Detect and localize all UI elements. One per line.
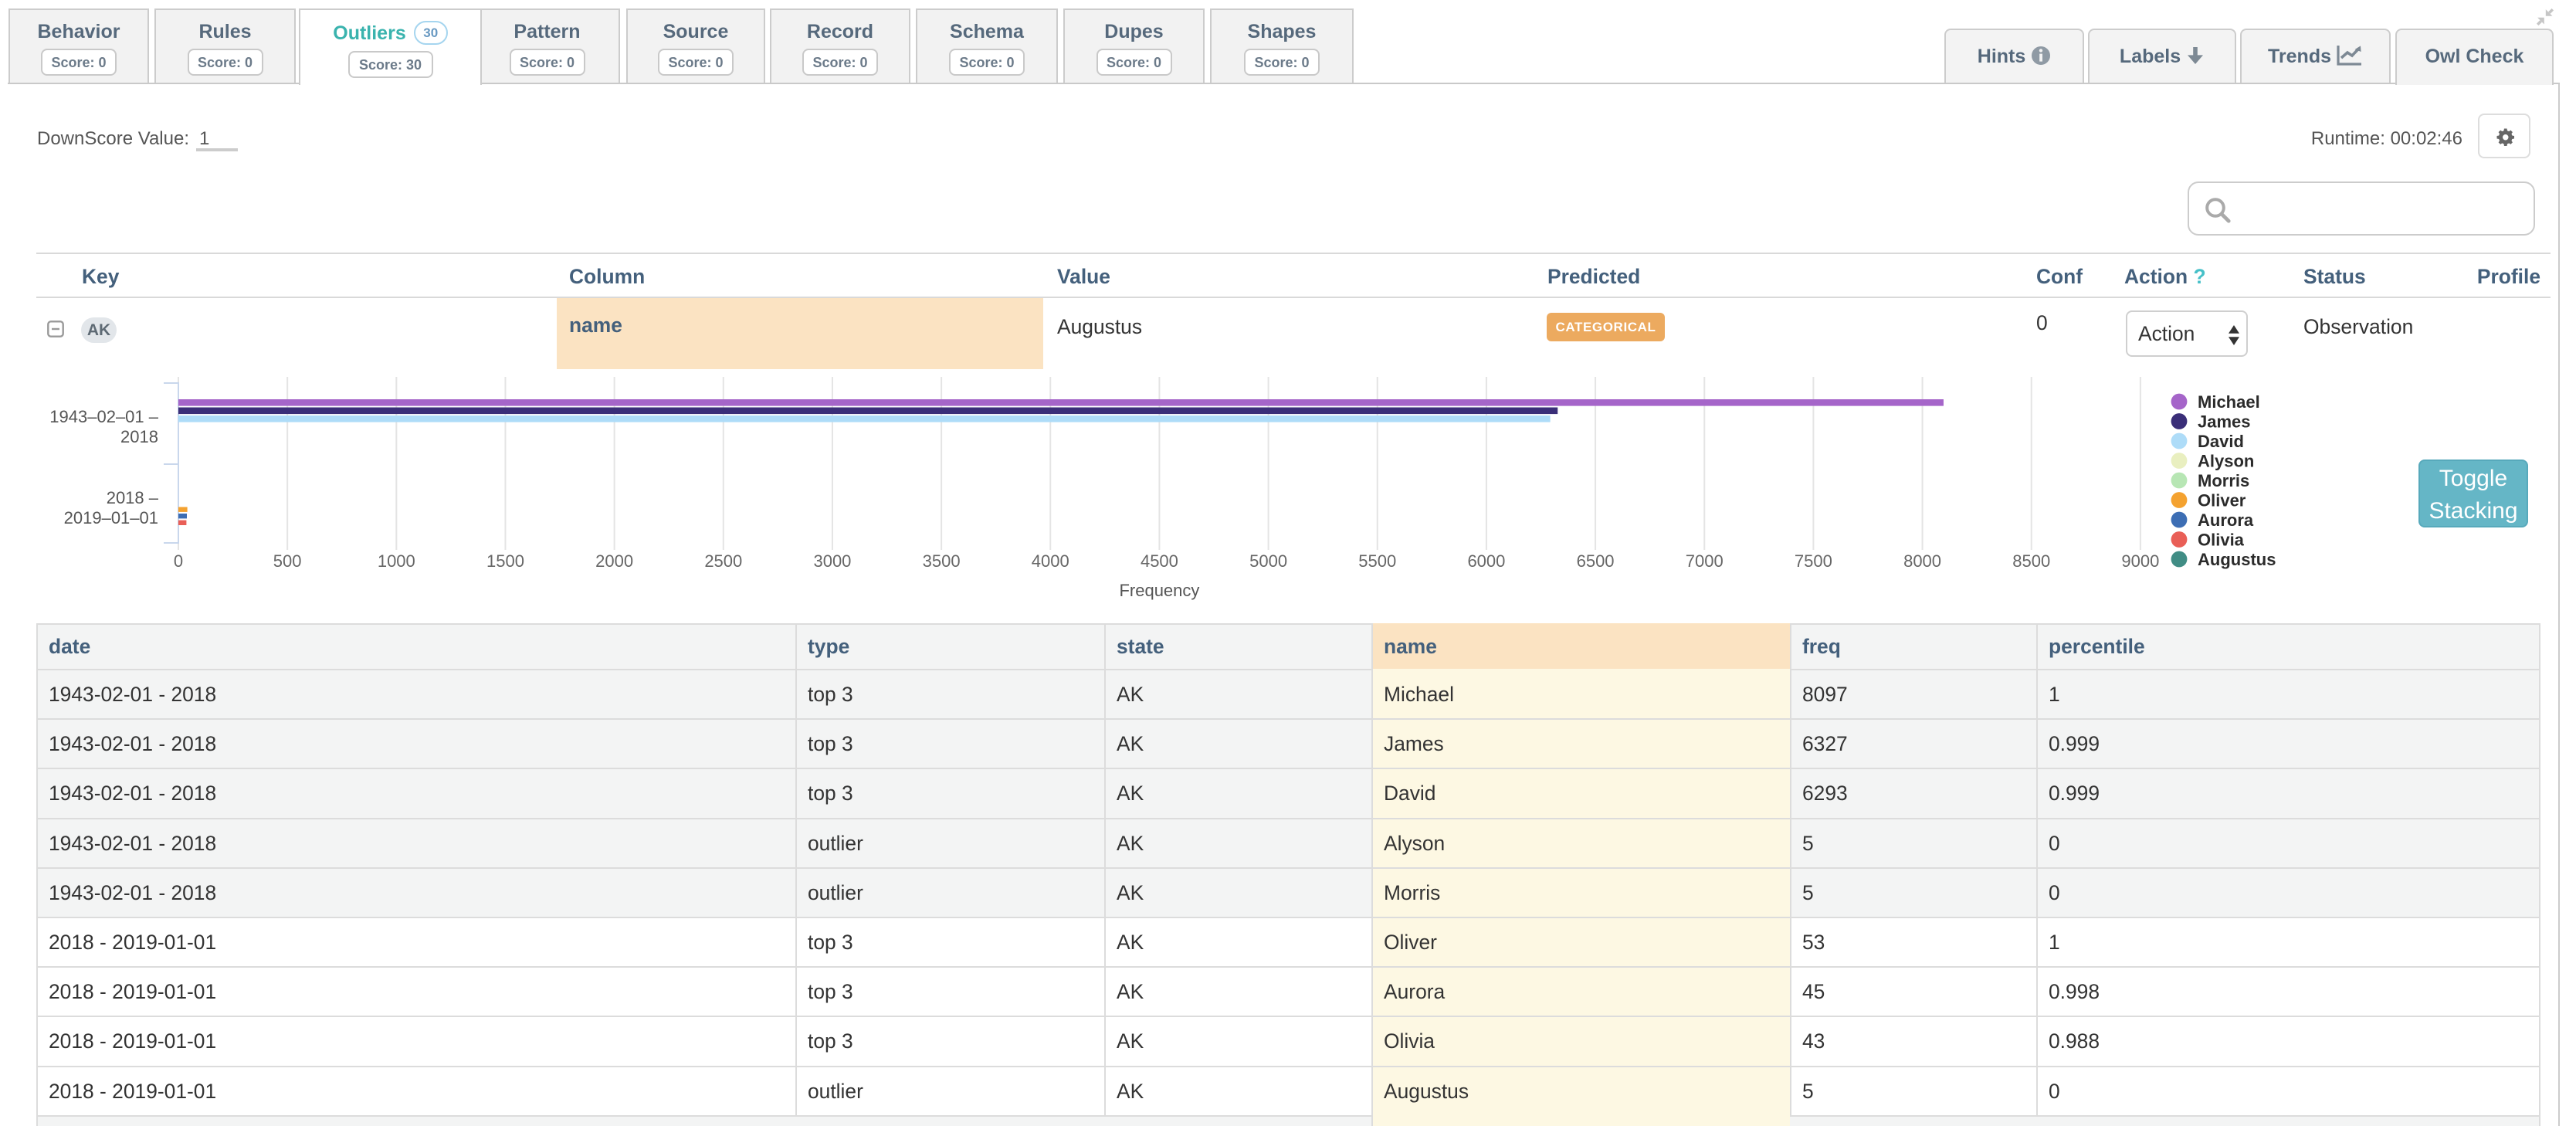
svg-text:2018 –: 2018 – [107, 488, 159, 507]
svg-text:3000: 3000 [813, 551, 851, 571]
svg-text:5000: 5000 [1249, 551, 1287, 571]
svg-text:David: David [2198, 432, 2244, 451]
svg-text:3500: 3500 [923, 551, 961, 571]
svg-text:6000: 6000 [1467, 551, 1505, 571]
svg-text:7500: 7500 [1795, 551, 1832, 571]
svg-text:2018: 2018 [120, 427, 158, 446]
svg-text:4000: 4000 [1032, 551, 1069, 571]
svg-text:9000: 9000 [2121, 551, 2159, 571]
svg-text:Oliver: Oliver [2198, 491, 2246, 510]
svg-text:Aurora: Aurora [2198, 510, 2254, 530]
svg-text:2000: 2000 [595, 551, 633, 571]
svg-text:8000: 8000 [1903, 551, 1941, 571]
svg-text:1943–02–01 –: 1943–02–01 – [49, 407, 158, 426]
svg-text:5500: 5500 [1358, 551, 1396, 571]
svg-text:Michael: Michael [2198, 392, 2260, 412]
svg-text:James: James [2198, 412, 2251, 432]
svg-text:500: 500 [273, 551, 302, 571]
svg-text:Olivia: Olivia [2198, 531, 2245, 550]
svg-text:6500: 6500 [1577, 551, 1615, 571]
svg-text:Frequency: Frequency [1119, 581, 1199, 600]
svg-text:Alyson: Alyson [2198, 452, 2254, 471]
svg-text:1000: 1000 [378, 551, 415, 571]
svg-text:7000: 7000 [1686, 551, 1724, 571]
svg-text:Augustus: Augustus [2198, 550, 2276, 569]
svg-text:1500: 1500 [486, 551, 524, 571]
svg-text:8500: 8500 [2012, 551, 2050, 571]
svg-text:2019–01–01: 2019–01–01 [64, 508, 158, 527]
svg-text:2500: 2500 [704, 551, 742, 571]
svg-text:4500: 4500 [1141, 551, 1178, 571]
svg-text:0: 0 [174, 551, 183, 571]
svg-text:Morris: Morris [2198, 471, 2249, 490]
